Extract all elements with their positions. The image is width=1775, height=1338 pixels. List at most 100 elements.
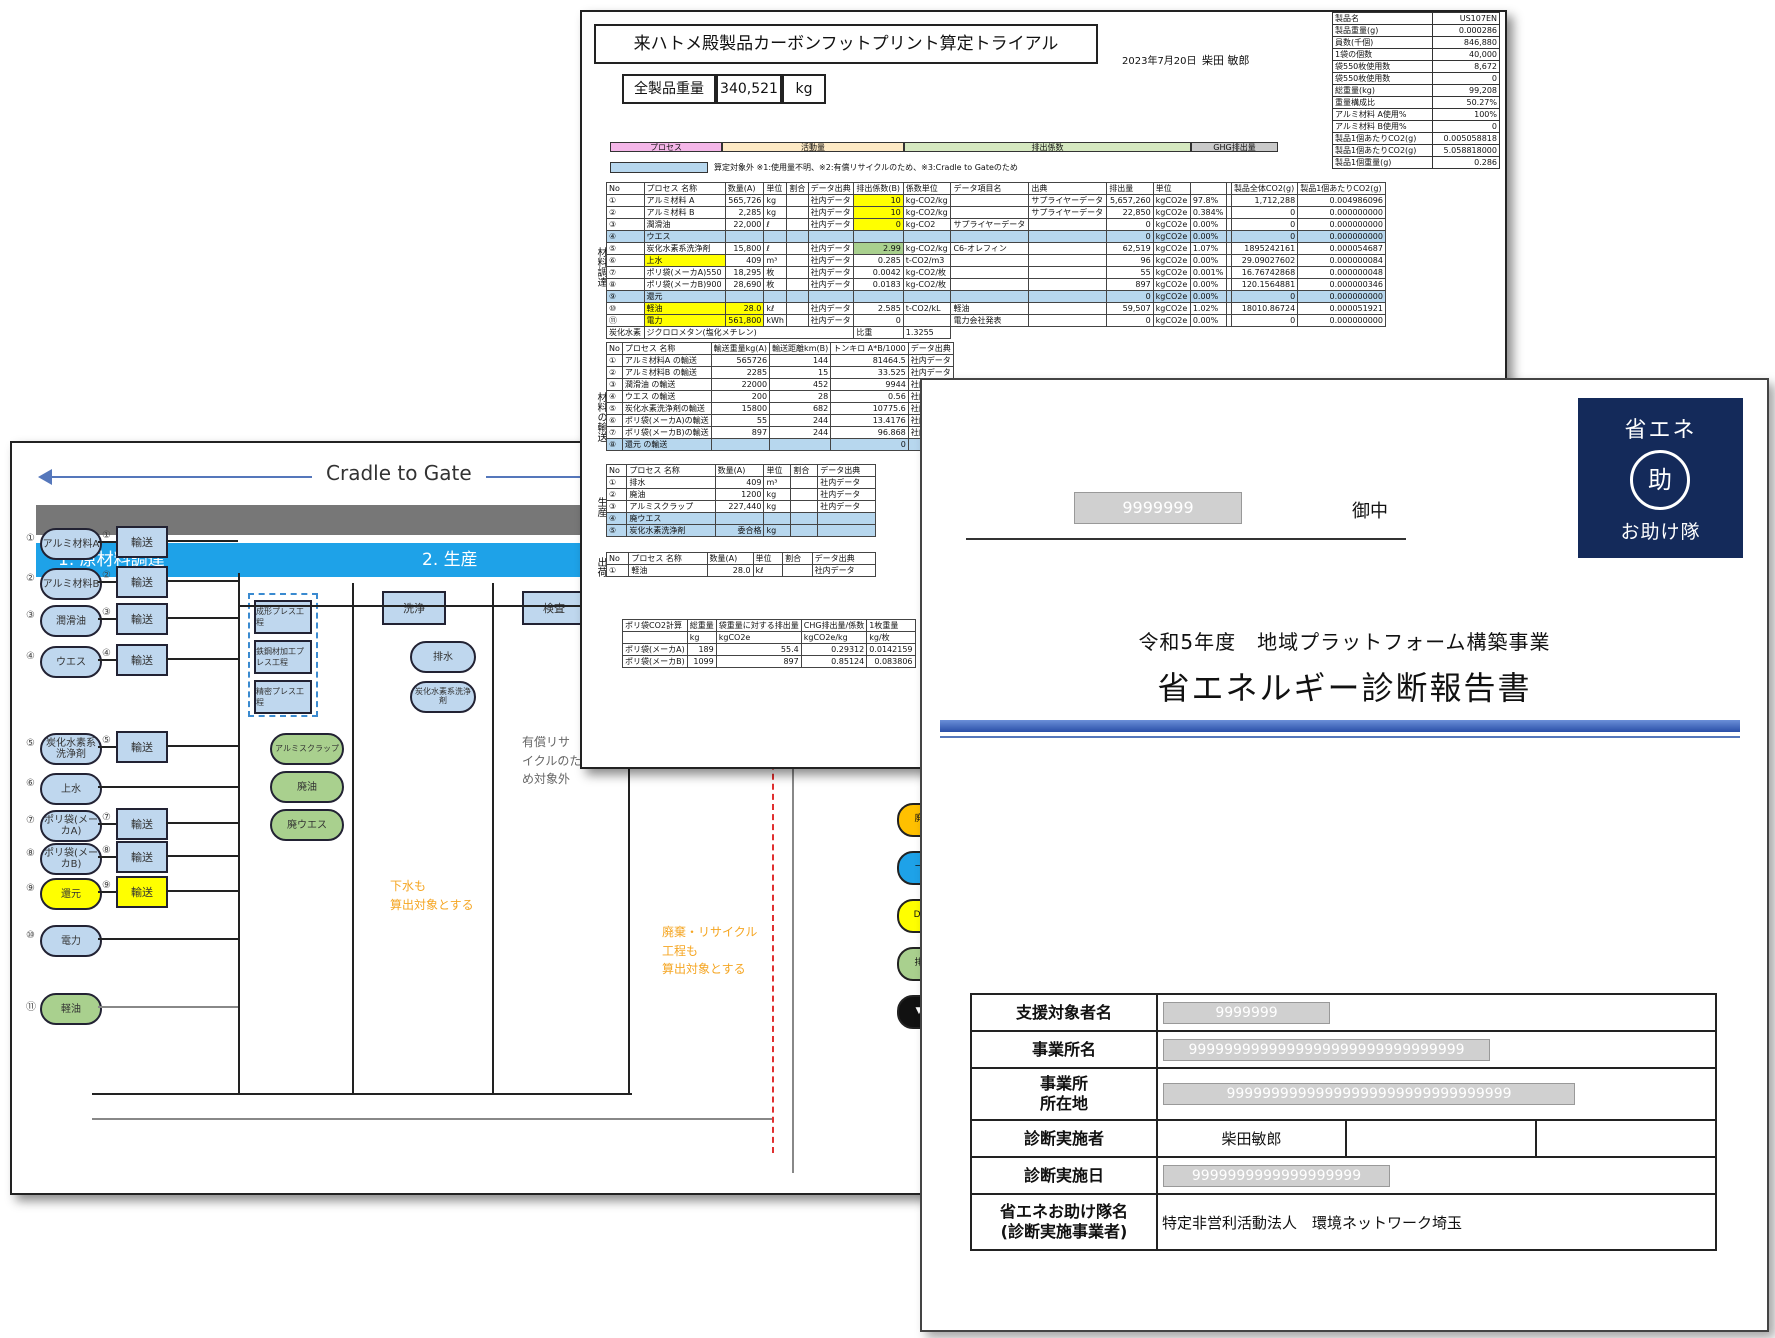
table-cell: kgCO2e: [1152, 302, 1191, 315]
node-number: ①: [26, 533, 35, 544]
table-cell: [790, 500, 819, 513]
table-cell: 社内データ: [807, 266, 855, 279]
node-number: ⑥: [26, 778, 35, 789]
table-cell: 0.000000000: [1297, 230, 1386, 243]
table-cell: [1028, 254, 1108, 267]
table-cell: 軽油: [950, 302, 1030, 315]
column-header: 数量(A): [714, 464, 765, 477]
table-cell: [786, 278, 809, 291]
info-label: 事業所 所在地: [970, 1067, 1158, 1121]
transport-row: ① アルミ材料A の輸送 565726 144 81464.5 社内データ: [606, 354, 954, 367]
info-row: 製品1個重量(g) 0.286: [1332, 156, 1501, 169]
transport-box: 輸送: [116, 731, 168, 763]
connector-line: [98, 938, 238, 940]
color-legend: プロセス 活動量 排出係数 GHG排出量: [610, 142, 1282, 152]
table-cell: 10775.6: [830, 402, 909, 415]
helper-logo-icon: 助: [1630, 450, 1690, 510]
table-cell: [902, 230, 952, 243]
table-cell: [790, 512, 819, 525]
table-cell: [950, 206, 1030, 219]
table-cell: 0.000000000: [1297, 206, 1386, 219]
footer-row: 炭化水素 ジクロロメタン(塩化メチレン) 比重 1.3255: [606, 326, 1386, 339]
table-cell: C6-オレフィン: [950, 242, 1030, 255]
table-cell: ⑥: [606, 254, 645, 267]
transport-number: ①: [102, 530, 111, 541]
info-label: 製品1個あたりCO2(g): [1332, 144, 1433, 157]
table-cell: kℓ: [763, 302, 788, 315]
table-cell: 枚: [763, 278, 788, 291]
info-value: 0: [1431, 72, 1501, 85]
info-blank-cell: [1345, 1119, 1537, 1158]
sheet-title: 来ハトメ殿製品カーボンフットプリント算定トライアル: [594, 24, 1098, 64]
table-cell: 682: [769, 402, 832, 415]
column-header: 単位: [1152, 182, 1191, 195]
table-cell: 15800: [710, 402, 771, 415]
table-cell: 9944: [830, 378, 909, 391]
table-cell: 0: [1230, 290, 1299, 303]
info-row: 支援対象者名 9999999: [970, 993, 1717, 1032]
table-cell: 16.76742868: [1230, 266, 1299, 279]
info-label: 省エネお助け隊名 (診断実施事業者): [970, 1193, 1158, 1251]
raw-material-node: 電力: [40, 925, 102, 957]
table-cell: [853, 290, 904, 303]
info-label: 1袋の個数: [1332, 48, 1433, 61]
legend-activity: 活動量: [722, 142, 904, 152]
raw-material-node: 還元: [40, 878, 102, 910]
table-cell: t-CO2/kL: [902, 302, 952, 315]
table-cell: kg: [763, 194, 788, 207]
table-cell: 0.000000048: [1297, 266, 1386, 279]
table-cell: 社内データ: [907, 354, 954, 367]
column-header: プロセス 名称: [621, 342, 712, 355]
table-cell: 96.868: [830, 426, 909, 439]
info-label: 員数(千個): [1332, 36, 1433, 49]
table-cell: 0.001%: [1189, 266, 1227, 279]
table-cell: ③: [606, 378, 623, 391]
table-cell: ⑤: [606, 242, 645, 255]
material-row: ⑦ ポリ袋(メーカA)550 18,295 枚 社内データ 0.0042 kg-CO2/枚 5…: [606, 266, 1386, 279]
table-cell: アルミ材料A の輸送: [621, 354, 712, 367]
table-cell: [786, 290, 809, 303]
table-cell: ポリ袋(メーカB): [622, 655, 688, 668]
column-header: 製品全体CO2(g): [1230, 182, 1299, 195]
table-cell: [1028, 278, 1108, 291]
production-row: ④ 廃ウエス: [605, 512, 876, 525]
connector-line: [166, 580, 238, 582]
table-cell: 0: [853, 314, 904, 327]
column-header: プロセス 名称: [628, 552, 708, 565]
production-row: ① 排水 409 m³ 社内データ: [605, 476, 876, 489]
table-cell: ⑥: [606, 414, 623, 427]
transport-box: 輸送: [116, 841, 168, 873]
table-cell: [1028, 290, 1108, 303]
table-cell: [950, 254, 1030, 267]
table-cell: 0.285: [853, 254, 904, 267]
production-table: No プロセス 名称 数量(A) 単位 割合 データ出典 ① 排水 409 m³ 社内データ ② 廃油 1…: [605, 464, 876, 537]
table-cell: [786, 194, 809, 207]
footer-cell: 比重: [853, 326, 904, 339]
table-cell: [902, 314, 952, 327]
transport-number: ⑦: [102, 812, 111, 823]
table-cell: kgCO2e: [1152, 206, 1191, 219]
info-label: 製品名: [1332, 12, 1433, 25]
table-cell: 0: [1106, 218, 1154, 231]
table-header-row: No プロセス 名称 数量(A) 単位 割合 データ出典: [605, 552, 877, 565]
info-label: 袋550枚使用数: [1332, 60, 1433, 73]
table-cell: [714, 512, 765, 525]
product-info-table: 製品名 US107EN 製品重量(g) 0.000286 員数(千個) 846,880 1袋…: [1332, 12, 1501, 169]
info-value: US107EN: [1431, 12, 1501, 25]
column-header: 単位: [763, 182, 788, 195]
table-cell: 還元 の輸送: [621, 438, 712, 451]
table-cell: 55: [1106, 266, 1154, 279]
table-cell: kg-CO2/枚: [902, 278, 952, 291]
table-cell: kgCO2e: [1152, 278, 1191, 291]
table-cell: 22000: [710, 378, 771, 391]
table-cell: 0.0042: [853, 266, 904, 279]
table-cell: 上水: [643, 254, 726, 267]
table-cell: ①: [606, 194, 645, 207]
info-value: 100%: [1431, 108, 1501, 121]
table-cell: ③: [605, 500, 628, 513]
polybag-co2-table: ポリ袋CO2計算 総重量 袋重量に対する排出量 CHG排出量/係数 1枚重量 kg kgCO…: [622, 619, 916, 668]
table-cell: [950, 230, 1030, 243]
column-header: プロセス 名称: [643, 182, 726, 195]
table-cell: 189: [686, 643, 717, 656]
table-cell: [817, 512, 876, 525]
